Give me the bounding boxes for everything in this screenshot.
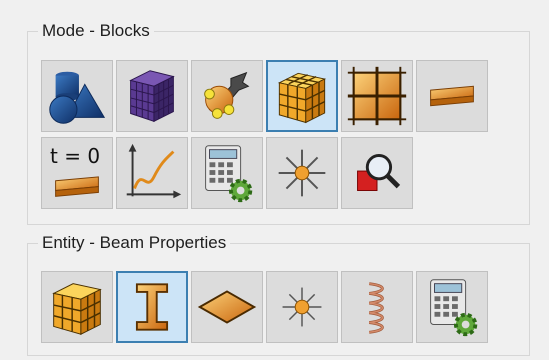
blocks-cube-icon <box>277 72 327 124</box>
point-node-icon <box>282 287 322 327</box>
entity-group-title: Entity - Beam Properties <box>38 231 231 255</box>
point-sparkle-button[interactable] <box>266 137 338 209</box>
block-grid-button[interactable] <box>341 60 413 132</box>
modes-group: Mode - Blocks t = 0 <box>27 19 530 225</box>
zoom-inspect-button[interactable] <box>341 137 413 209</box>
entity-block-button[interactable] <box>41 271 113 343</box>
point-node-button[interactable] <box>266 271 338 343</box>
block-cube-icon <box>52 283 102 336</box>
edge-curve-button[interactable] <box>416 60 488 132</box>
calculator-settings-icon <box>430 279 478 337</box>
initial-time-icon <box>55 176 99 197</box>
entity-calculator-settings-button[interactable] <box>416 271 488 343</box>
geometry-primitives-icon <box>49 71 106 124</box>
blocks-mode-button[interactable] <box>266 60 338 132</box>
modes-group-title: Mode - Blocks <box>38 19 154 43</box>
block-grid-icon <box>347 66 407 126</box>
point-sparkle-icon <box>278 149 326 197</box>
beam-i-section-icon <box>135 283 169 331</box>
spring-coil-button[interactable] <box>341 271 413 343</box>
initial-time-button[interactable]: t = 0 <box>41 137 113 209</box>
zoom-inspect-icon <box>357 154 401 191</box>
calculator-settings-button[interactable] <box>191 137 263 209</box>
shell-plate-button[interactable] <box>191 271 263 343</box>
spring-coil-icon <box>369 282 384 334</box>
geometry-primitives-button[interactable] <box>41 60 113 132</box>
mesh-cube-purple-button[interactable] <box>116 60 188 132</box>
graph-curve-icon <box>126 143 182 199</box>
beam-properties-button[interactable] <box>116 271 188 343</box>
calculator-settings-icon <box>205 145 253 203</box>
mesh-cube-purple-icon <box>129 70 175 123</box>
shell-plate-icon <box>197 290 257 324</box>
geometry-tools-button[interactable] <box>191 60 263 132</box>
graph-curve-button[interactable] <box>116 137 188 209</box>
edge-curve-icon <box>430 85 474 107</box>
entity-group: Entity - Beam Properties <box>27 231 530 356</box>
geometry-tools-wrench-icon <box>204 71 250 119</box>
